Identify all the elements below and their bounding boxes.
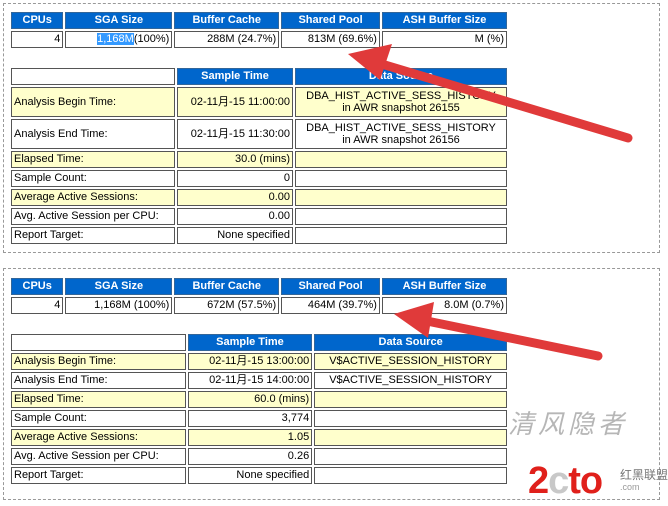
begin-time-value: 02-11月-15 11:00:00 [177, 87, 293, 117]
begin-time-label: Analysis Begin Time: [11, 87, 175, 117]
begin-data-source: DBA_HIST_ACTIVE_SESS_HISTORY in AWR snaps… [295, 87, 507, 117]
avg-cpu-empty [314, 448, 507, 465]
header-buffer-cache: Buffer Cache [174, 278, 280, 295]
avg-cpu-value: 0.00 [177, 208, 293, 225]
corner-cell [11, 334, 186, 351]
avg-active-label: Average Active Sessions: [11, 189, 175, 206]
sample-count-label: Sample Count: [11, 170, 175, 187]
begin-time-value: 02-11月-15 13:00:00 [187, 353, 313, 370]
header-sample-time: Sample Time [177, 68, 293, 85]
sga-percent: (100%) [133, 33, 170, 45]
detail-table-1: Sample Time Data Source Analysis Begin T… [9, 66, 509, 246]
report-target-value: None specified [187, 467, 313, 484]
avg-cpu-label: Avg. Active Session per CPU: [11, 448, 186, 465]
header-cpus: CPUs [11, 12, 64, 29]
end-source-line-2: in AWR snapshot 26156 [342, 134, 460, 146]
end-data-source: V$ACTIVE_SESSION_HISTORY [314, 372, 507, 389]
shared-pool-value: 464M (39.7%) [281, 297, 380, 314]
header-data-source: Data Source [295, 68, 507, 85]
report-target-value: None specified [177, 227, 293, 244]
elapsed-time-label: Elapsed Time: [11, 151, 175, 168]
elapsed-empty [314, 391, 507, 408]
header-shared-pool: Shared Pool [281, 278, 380, 295]
avg-active-value: 1.05 [187, 429, 313, 446]
sga-size-value: 1,168M(100%) [65, 31, 173, 48]
elapsed-empty [295, 151, 507, 168]
sample-count-value: 3,774 [187, 410, 313, 427]
shared-pool-value: 813M (69.6%) [281, 31, 380, 48]
begin-source-line-1: DBA_HIST_ACTIVE_SESS_HISTORY [306, 90, 496, 102]
end-time-value: 02-11月-15 11:30:00 [177, 119, 293, 149]
buffer-cache-value: 672M (57.5%) [174, 297, 280, 314]
sample-count-value: 0 [177, 170, 293, 187]
ash-buffer-value: M (%) [381, 31, 507, 48]
end-time-value: 02-11月-15 14:00:00 [187, 372, 313, 389]
header-data-source: Data Source [314, 334, 507, 351]
header-sample-time: Sample Time [187, 334, 313, 351]
avg-empty [314, 429, 507, 446]
end-time-label: Analysis End Time: [11, 119, 175, 149]
avg-cpu-empty [295, 208, 507, 225]
report-target-label: Report Target: [11, 227, 175, 244]
watermark-domain: .com [620, 482, 640, 492]
detail-table-2: Sample Time Data Source Analysis Begin T… [9, 332, 509, 486]
header-buffer-cache: Buffer Cache [174, 12, 280, 29]
avg-active-value: 0.00 [177, 189, 293, 206]
end-time-label: Analysis End Time: [11, 372, 186, 389]
target-empty [295, 227, 507, 244]
sample-empty [314, 410, 507, 427]
target-empty [314, 467, 507, 484]
header-cpus: CPUs [11, 278, 64, 295]
sga-selected-text[interactable]: 1,168M [97, 33, 134, 45]
sample-count-label: Sample Count: [11, 410, 186, 427]
end-source-line-1: DBA_HIST_ACTIVE_SESS_HISTORY [306, 122, 496, 134]
elapsed-time-value: 30.0 (mins) [177, 151, 293, 168]
ash-buffer-value: 8.0M (0.7%) [381, 297, 507, 314]
corner-cell [11, 68, 175, 85]
avg-empty [295, 189, 507, 206]
watermark-logo: 2cto [528, 460, 603, 502]
summary-table-2: CPUs SGA Size Buffer Cache Shared Pool A… [9, 276, 509, 316]
header-ash-buffer: ASH Buffer Size [381, 12, 507, 29]
report-target-label: Report Target: [11, 467, 186, 484]
avg-cpu-value: 0.26 [187, 448, 313, 465]
cpus-value: 4 [11, 31, 64, 48]
sga-size-value: 1,168M (100%) [65, 297, 173, 314]
sample-empty [295, 170, 507, 187]
header-ash-buffer: ASH Buffer Size [381, 278, 507, 295]
begin-time-label: Analysis Begin Time: [11, 353, 186, 370]
elapsed-time-label: Elapsed Time: [11, 391, 186, 408]
begin-data-source: V$ACTIVE_SESSION_HISTORY [314, 353, 507, 370]
watermark-author: 清风隐者 [508, 410, 629, 440]
begin-source-line-2: in AWR snapshot 26155 [342, 102, 460, 114]
elapsed-time-value: 60.0 (mins) [187, 391, 313, 408]
header-sga-size: SGA Size [65, 278, 173, 295]
summary-table-1: CPUs SGA Size Buffer Cache Shared Pool A… [9, 10, 509, 50]
avg-active-label: Average Active Sessions: [11, 429, 186, 446]
buffer-cache-value: 288M (24.7%) [174, 31, 280, 48]
end-data-source: DBA_HIST_ACTIVE_SESS_HISTORY in AWR snaps… [295, 119, 507, 149]
cpus-value: 4 [11, 297, 64, 314]
avg-cpu-label: Avg. Active Session per CPU: [11, 208, 175, 225]
watermark-subtitle: 红黑联盟 [620, 468, 668, 482]
header-sga-size: SGA Size [65, 12, 173, 29]
header-shared-pool: Shared Pool [281, 12, 380, 29]
